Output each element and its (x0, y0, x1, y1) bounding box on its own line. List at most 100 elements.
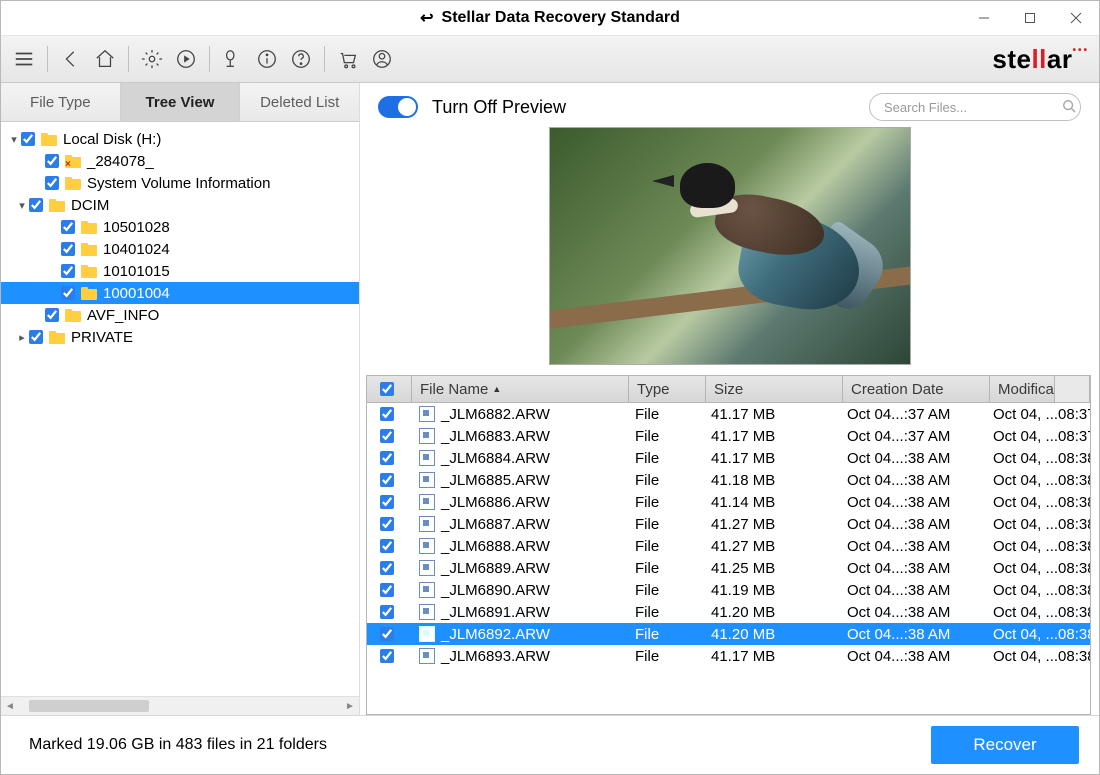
status-text: Marked 19.06 GB in 483 files in 21 folde… (29, 736, 327, 754)
tree-item[interactable]: ▾DCIM (1, 194, 359, 216)
expand-icon[interactable]: ▸ (15, 331, 29, 344)
row-checkbox[interactable] (380, 517, 394, 531)
tree-item[interactable]: 10501028 (1, 216, 359, 238)
table-row[interactable]: _JLM6893.ARWFile41.17 MBOct 04...:38 AMO… (367, 645, 1090, 667)
file-table: File Name▲ Type Size Creation Date Modif… (366, 375, 1091, 715)
tab-tree-view[interactable]: Tree View (121, 83, 241, 121)
file-icon (419, 604, 435, 620)
deep-scan-button[interactable] (216, 42, 250, 76)
tree-item[interactable]: ×_284078_ (1, 150, 359, 172)
row-checkbox[interactable] (380, 583, 394, 597)
preview-toggle[interactable] (378, 96, 418, 118)
row-checkbox[interactable] (380, 539, 394, 553)
file-name: _JLM6885.ARW (441, 472, 550, 489)
file-modification-date: Oct 04, ...08:38 AM (985, 648, 1090, 665)
file-type: File (627, 406, 703, 423)
tab-file-type[interactable]: File Type (1, 83, 121, 121)
file-icon (419, 626, 435, 642)
expand-icon[interactable]: ▾ (7, 133, 21, 146)
file-modification-date: Oct 04, ...08:38 AM (985, 450, 1090, 467)
table-row[interactable]: _JLM6890.ARWFile41.19 MBOct 04...:38 AMO… (367, 579, 1090, 601)
tree-item[interactable]: AVF_INFO (1, 304, 359, 326)
col-modification-date[interactable]: Modification Date (990, 376, 1054, 402)
settings-button[interactable] (135, 42, 169, 76)
content-panel: Turn Off Preview (360, 83, 1099, 715)
tree-checkbox[interactable] (45, 308, 59, 322)
file-modification-date: Oct 04, ...08:38 AM (985, 560, 1090, 577)
main-area: File Type Tree View Deleted List ▾Local … (1, 83, 1099, 715)
select-all-checkbox[interactable] (380, 382, 394, 396)
separator (324, 46, 325, 72)
resume-button[interactable] (169, 42, 203, 76)
search-box[interactable] (869, 93, 1081, 121)
tree-checkbox[interactable] (61, 220, 75, 234)
window-title: Stellar Data Recovery Standard (442, 9, 680, 27)
tree-checkbox[interactable] (29, 198, 43, 212)
tree-item[interactable]: 10401024 (1, 238, 359, 260)
tree-item[interactable]: 10001004 (1, 282, 359, 304)
table-row[interactable]: _JLM6891.ARWFile41.20 MBOct 04...:38 AMO… (367, 601, 1090, 623)
tree-item[interactable]: System Volume Information (1, 172, 359, 194)
folder-icon (49, 331, 65, 344)
table-row[interactable]: _JLM6886.ARWFile41.14 MBOct 04...:38 AMO… (367, 491, 1090, 513)
row-checkbox[interactable] (380, 407, 394, 421)
tree-checkbox[interactable] (61, 264, 75, 278)
row-checkbox[interactable] (380, 627, 394, 641)
account-button[interactable] (365, 42, 399, 76)
file-creation-date: Oct 04...:38 AM (839, 516, 985, 533)
tree-item[interactable]: 10101015 (1, 260, 359, 282)
tree-label: 10501028 (103, 219, 170, 236)
help-button[interactable] (284, 42, 318, 76)
maximize-button[interactable] (1007, 1, 1053, 35)
tree-checkbox[interactable] (29, 330, 43, 344)
col-creation-date[interactable]: Creation Date (843, 376, 990, 402)
file-icon (419, 472, 435, 488)
row-checkbox[interactable] (380, 605, 394, 619)
tree-checkbox[interactable] (21, 132, 35, 146)
buy-button[interactable] (331, 42, 365, 76)
col-size[interactable]: Size (706, 376, 843, 402)
tree-checkbox[interactable] (45, 154, 59, 168)
col-type[interactable]: Type (629, 376, 706, 402)
horizontal-scrollbar[interactable]: ◄ ► (1, 696, 359, 715)
col-file-name[interactable]: File Name▲ (412, 376, 629, 402)
preview-toggle-label: Turn Off Preview (432, 97, 566, 118)
tab-deleted-list[interactable]: Deleted List (240, 83, 359, 121)
folder-tree[interactable]: ▾Local Disk (H:)×_284078_System Volume I… (1, 122, 359, 696)
expand-icon[interactable]: ▾ (15, 199, 29, 212)
tree-item[interactable]: ▸PRIVATE (1, 326, 359, 348)
close-button[interactable] (1053, 1, 1099, 35)
row-checkbox[interactable] (380, 473, 394, 487)
tree-checkbox[interactable] (61, 242, 75, 256)
tree-label: 10401024 (103, 241, 170, 258)
tree-label: _284078_ (87, 153, 154, 170)
file-size: 41.18 MB (703, 472, 839, 489)
menu-button[interactable] (7, 42, 41, 76)
row-checkbox[interactable] (380, 649, 394, 663)
table-row[interactable]: _JLM6883.ARWFile41.17 MBOct 04...:37 AMO… (367, 425, 1090, 447)
row-checkbox[interactable] (380, 451, 394, 465)
search-input[interactable] (882, 99, 1062, 116)
info-button[interactable] (250, 42, 284, 76)
back-button[interactable] (54, 42, 88, 76)
row-checkbox[interactable] (380, 429, 394, 443)
row-checkbox[interactable] (380, 561, 394, 575)
table-row[interactable]: _JLM6882.ARWFile41.17 MBOct 04...:37 AMO… (367, 403, 1090, 425)
tree-item[interactable]: ▾Local Disk (H:) (1, 128, 359, 150)
row-checkbox[interactable] (380, 495, 394, 509)
table-row[interactable]: _JLM6887.ARWFile41.27 MBOct 04...:38 AMO… (367, 513, 1090, 535)
file-name: _JLM6891.ARW (441, 604, 550, 621)
table-row[interactable]: _JLM6888.ARWFile41.27 MBOct 04...:38 AMO… (367, 535, 1090, 557)
recover-button[interactable]: Recover (931, 726, 1079, 764)
table-body[interactable]: _JLM6882.ARWFile41.17 MBOct 04...:37 AMO… (367, 403, 1090, 714)
minimize-button[interactable] (961, 1, 1007, 35)
tree-checkbox[interactable] (45, 176, 59, 190)
file-name: _JLM6884.ARW (441, 450, 550, 467)
table-row[interactable]: _JLM6885.ARWFile41.18 MBOct 04...:38 AMO… (367, 469, 1090, 491)
table-row[interactable]: _JLM6889.ARWFile41.25 MBOct 04...:38 AMO… (367, 557, 1090, 579)
table-row[interactable]: _JLM6884.ARWFile41.17 MBOct 04...:38 AMO… (367, 447, 1090, 469)
file-size: 41.27 MB (703, 516, 839, 533)
tree-checkbox[interactable] (61, 286, 75, 300)
table-row[interactable]: _JLM6892.ARWFile41.20 MBOct 04...:38 AMO… (367, 623, 1090, 645)
home-button[interactable] (88, 42, 122, 76)
